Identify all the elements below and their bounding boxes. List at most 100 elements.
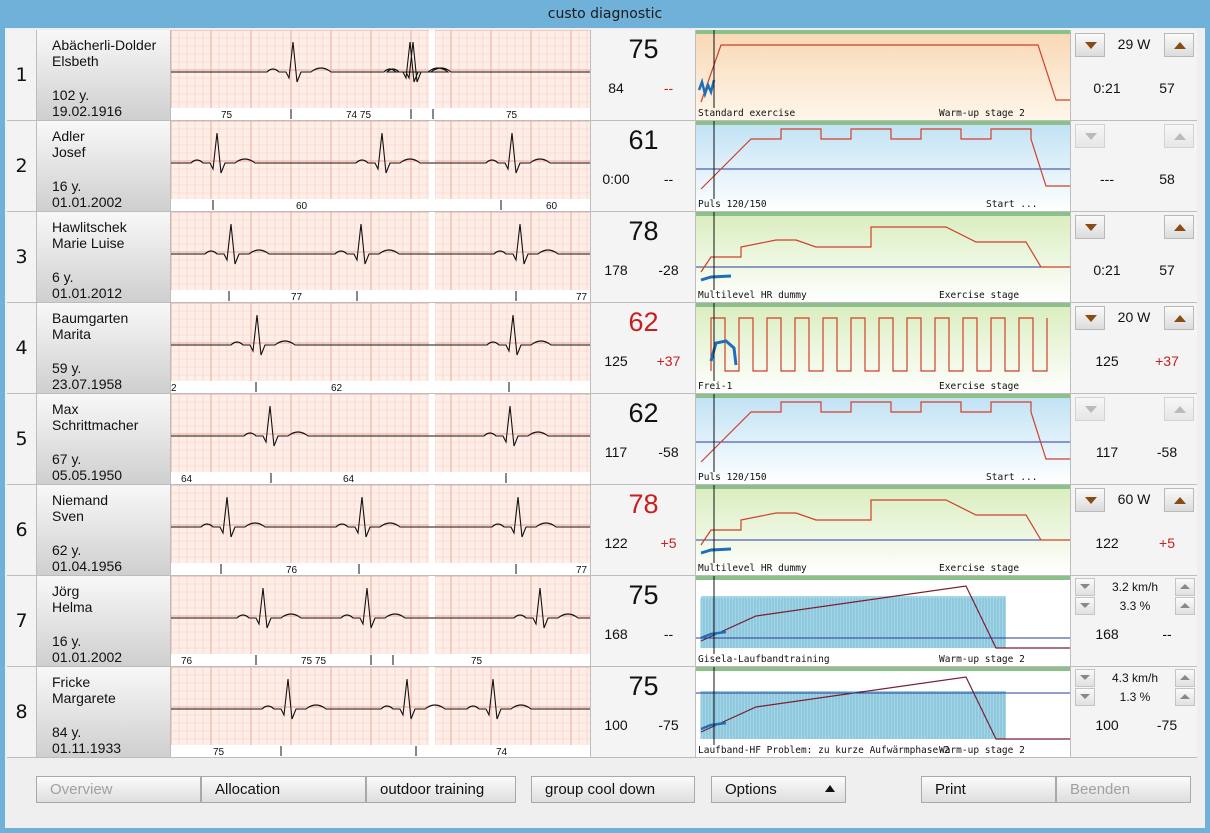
exercise-profile: Standard exercise Warm-up stage 2	[695, 30, 1071, 120]
ecg-hr-label: 60	[296, 201, 308, 211]
patient-row[interactable]: 4 Baumgarten Marita 59 y. 23.07.1958 2 62 62 125…	[7, 303, 1197, 394]
patient-name-button[interactable]: Niemand Sven 62 y. 01.04.1956	[37, 485, 171, 575]
patient-name-button[interactable]: Adler Josef 16 y. 01.01.2002	[37, 121, 171, 211]
profile-chart	[696, 303, 1071, 393]
client-area: 1 Abächerli-Dolder Elsbeth 102 y. 19.02.1916…	[5, 28, 1205, 828]
patient-name-button[interactable]: Jörg Helma 16 y. 01.01.2002	[37, 576, 171, 666]
ecg-hr-label: 64	[343, 474, 355, 484]
vital-value-1: 0:00	[602, 171, 630, 187]
control-value-2: 57	[1159, 80, 1175, 96]
incline-down-button[interactable]	[1075, 688, 1095, 706]
stage-name: Exercise stage	[939, 290, 1020, 301]
patient-first-name: Josef	[52, 144, 86, 160]
incline-up-button[interactable]	[1175, 597, 1195, 615]
heart-rate: 78	[628, 489, 659, 519]
speed-value: 4.3 km/h	[1111, 671, 1159, 685]
row-number: 3	[7, 212, 37, 302]
patient-row[interactable]: 5 Max Schrittmacher 67 y. 05.05.1950 64 64 62 11…	[7, 394, 1197, 485]
arrow-down-icon	[1080, 694, 1090, 699]
patient-first-name: Sven	[52, 508, 84, 524]
ecg-hr-label: 2	[171, 383, 177, 393]
patient-row[interactable]: 1 Abächerli-Dolder Elsbeth 102 y. 19.02.1916…	[7, 30, 1197, 121]
exercise-profile: Frei-1 Exercise stage	[695, 303, 1071, 393]
control-value-2: 58	[1159, 171, 1175, 187]
decrease-load-button[interactable]	[1075, 124, 1105, 148]
profile-chart	[696, 212, 1071, 302]
patient-row[interactable]: 6 Niemand Sven 62 y. 01.04.1956 76 78 77 78 122 +5…	[7, 485, 1197, 576]
arrow-up-icon	[1174, 497, 1186, 504]
vitals-panel: 61 0:00 --	[590, 121, 695, 211]
ecg-strip: 64 64	[171, 394, 590, 484]
arrow-down-icon	[1085, 42, 1097, 49]
patient-row[interactable]: 3 Hawlitschek Marie Luise 6 y. 01.01.2012 77 8…	[7, 212, 1197, 303]
speed-value: 3.2 km/h	[1111, 580, 1159, 594]
patient-name-button[interactable]: Baumgarten Marita 59 y. 23.07.1958	[37, 303, 171, 393]
patient-last-name: Jörg	[52, 583, 80, 599]
decrease-load-button[interactable]	[1075, 306, 1105, 330]
patient-name-button[interactable]: Hawlitschek Marie Luise 6 y. 01.01.2012	[37, 212, 171, 302]
group-cool-down-button[interactable]: group cool down	[531, 776, 695, 803]
profile-chart	[696, 667, 1071, 757]
patient-name-button[interactable]: Abächerli-Dolder Elsbeth 102 y. 19.02.1916	[37, 30, 171, 120]
exit-button[interactable]: Beenden	[1056, 776, 1191, 803]
decrease-load-button[interactable]	[1075, 488, 1105, 512]
ecg-hr-label: 78	[416, 565, 428, 575]
program-name: Frei-1	[698, 381, 733, 392]
control-value-2: 57	[1159, 262, 1175, 278]
patient-name-button[interactable]: Fricke Margarete 84 y. 01.11.1933	[37, 667, 171, 757]
arrow-up-icon	[1174, 42, 1186, 49]
arrow-up-icon	[1180, 675, 1190, 680]
print-button[interactable]: Print	[921, 776, 1056, 803]
exercise-profile: Gisela-Laufbandtraining Warm-up stage 2	[695, 576, 1071, 666]
patient-last-name: Max	[52, 401, 79, 417]
speed-down-button[interactable]	[1075, 578, 1095, 596]
patient-first-name: Elsbeth	[52, 53, 99, 69]
program-name: Gisela-Laufbandtraining	[698, 654, 830, 665]
patient-first-name: Marie Luise	[52, 235, 125, 251]
row-number: 4	[7, 303, 37, 393]
patient-name-button[interactable]: Max Schrittmacher 67 y. 05.05.1950	[37, 394, 171, 484]
ecg-hr-label: 75	[213, 747, 225, 757]
exercise-profile: Multilevel HR dummy Exercise stage	[695, 212, 1071, 302]
vital-value-1: 100	[604, 717, 628, 733]
program-name: Standard exercise	[698, 108, 796, 119]
program-name: Puls 120/150	[698, 199, 767, 210]
profile-chart	[696, 121, 1071, 211]
increase-load-button[interactable]	[1164, 306, 1194, 330]
speed-down-button[interactable]	[1075, 669, 1095, 687]
profile-chart	[696, 485, 1071, 575]
vitals-panel: 78 178 -28	[590, 212, 695, 302]
increase-load-button[interactable]	[1164, 397, 1194, 421]
vitals-panel: 62 125 +37	[590, 303, 695, 393]
vital-value-2: +37	[656, 353, 681, 369]
control-value-1: 100	[1095, 717, 1119, 733]
ecg-hr-label: 76	[286, 565, 298, 575]
arrow-down-icon	[1080, 584, 1090, 589]
allocation-button[interactable]: Allocation	[201, 776, 366, 803]
vital-value-2: --	[663, 626, 674, 642]
ecg-hr-label: 77	[576, 292, 588, 302]
options-button[interactable]: Options	[711, 776, 846, 803]
incline-up-button[interactable]	[1175, 688, 1195, 706]
arrow-up-icon	[1174, 406, 1186, 413]
increase-load-button[interactable]	[1164, 488, 1194, 512]
overview-button[interactable]: Overview	[36, 776, 201, 803]
patient-row[interactable]: 7 Jörg Helma 16 y. 01.01.2002 76 75 75 75 75 168-…	[7, 576, 1197, 667]
vital-value-2: --	[663, 171, 674, 187]
speed-up-button[interactable]	[1175, 669, 1195, 687]
ecg-grid: 2 62	[171, 303, 590, 393]
row-number: 7	[7, 576, 37, 666]
outdoor-training-button[interactable]: outdoor training	[366, 776, 516, 803]
decrease-load-button[interactable]	[1075, 397, 1105, 421]
increase-load-button[interactable]	[1164, 215, 1194, 239]
increase-load-button[interactable]	[1164, 124, 1194, 148]
vitals-panel: 78 122 +5	[590, 485, 695, 575]
decrease-load-button[interactable]	[1075, 215, 1105, 239]
patient-dob: 01.01.2002	[52, 194, 123, 210]
incline-down-button[interactable]	[1075, 597, 1095, 615]
speed-up-button[interactable]	[1175, 578, 1195, 596]
patient-row[interactable]: 2 Adler Josef 16 y. 01.01.2002 60 60 61 0:00 -- Pu…	[7, 121, 1197, 212]
patient-row[interactable]: 8 Fricke Margarete 84 y. 01.11.1933 75 74 75 100…	[7, 667, 1197, 758]
increase-load-button[interactable]	[1164, 33, 1194, 57]
decrease-load-button[interactable]	[1075, 33, 1105, 57]
